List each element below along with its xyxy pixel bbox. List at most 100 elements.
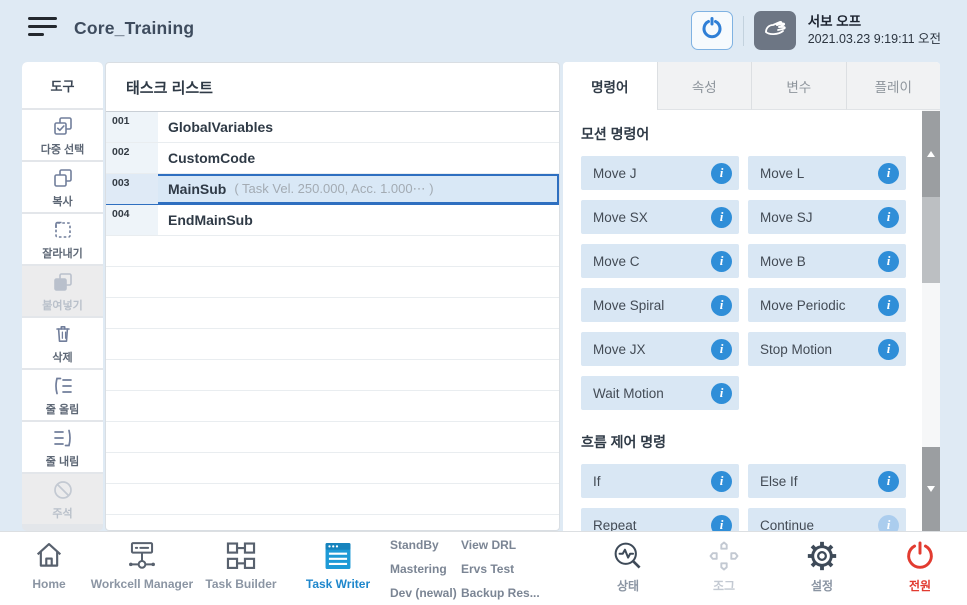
task-row[interactable]: 002 CustomCode (106, 143, 559, 174)
multi-select-button[interactable]: 다중 선택 (22, 110, 103, 160)
command-panel: 명령어 속성 변수 플레이 모션 명령어 Move Ji Move Li Mov… (563, 62, 940, 531)
nav-status[interactable]: 상태 (596, 539, 660, 594)
command-move-sx[interactable]: Move SXi (581, 200, 739, 234)
command-label: Repeat (593, 518, 637, 532)
command-move-periodic[interactable]: Move Periodici (748, 288, 906, 322)
tab-commands[interactable]: 명령어 (563, 62, 657, 110)
command-move-b[interactable]: Move Bi (748, 244, 906, 278)
line-number: 001 (106, 112, 158, 142)
paste-icon (51, 270, 75, 294)
command-label: Stop Motion (760, 342, 832, 357)
nav-label: Workcell Manager (91, 577, 193, 591)
status-text: Dev (newal) (390, 586, 457, 600)
info-icon[interactable]: i (711, 471, 732, 492)
command-move-l[interactable]: Move Li (748, 156, 906, 190)
gear-icon (805, 539, 839, 573)
nav-power[interactable]: 전원 (888, 539, 952, 594)
line-down-button[interactable]: 줄 내림 (22, 422, 103, 472)
nav-label: Task Writer (306, 577, 370, 591)
command-move-jx[interactable]: Move JXi (581, 332, 739, 366)
nav-jog[interactable]: 조그 (692, 539, 756, 594)
toolbar-item-label: 삭제 (52, 349, 72, 365)
scrollbar[interactable] (922, 110, 940, 531)
command-if[interactable]: Ifi (581, 464, 739, 498)
header-divider (743, 16, 744, 46)
copy-icon (51, 166, 75, 190)
command-move-sj[interactable]: Move SJi (748, 200, 906, 234)
copy-button[interactable]: 복사 (22, 162, 103, 212)
line-number: 003 (106, 174, 158, 204)
servo-mode-button[interactable] (754, 11, 796, 50)
info-icon[interactable]: i (711, 207, 732, 228)
info-icon[interactable]: i (878, 207, 899, 228)
nav-label: 설정 (811, 577, 833, 594)
task-row-empty[interactable] (106, 267, 559, 298)
paste-button[interactable]: 붙여넣기 (22, 266, 103, 316)
robot-connect-button[interactable] (691, 11, 733, 50)
info-icon[interactable]: i (711, 163, 732, 184)
command-move-j[interactable]: Move J i (581, 156, 739, 190)
status-text: Ervs Test (461, 562, 540, 576)
scroll-down-button[interactable] (922, 447, 940, 531)
task-builder-icon (224, 539, 258, 573)
info-icon[interactable]: i (878, 339, 899, 360)
toolbar-item-label: 줄 내림 (46, 453, 79, 469)
task-row-empty[interactable] (106, 422, 559, 453)
tab-variables[interactable]: 변수 (751, 62, 846, 110)
toolbar-item-label: 줄 올림 (46, 401, 79, 417)
tab-play[interactable]: 플레이 (846, 62, 941, 110)
tab-properties[interactable]: 속성 (657, 62, 752, 110)
info-icon[interactable]: i (878, 295, 899, 316)
task-row-empty[interactable] (106, 360, 559, 391)
command-label: Move C (593, 254, 640, 269)
scrollbar-thumb[interactable] (922, 197, 940, 283)
nav-workcell-manager[interactable]: Workcell Manager (87, 539, 197, 591)
menu-hamburger-icon[interactable] (28, 17, 58, 41)
command-wait-motion[interactable]: Wait Motioni (581, 376, 739, 410)
info-icon[interactable]: i (878, 471, 899, 492)
toolbar-item-label: 다중 선택 (41, 141, 85, 157)
arrow-down-icon (927, 486, 935, 492)
status-monitor-icon (610, 539, 646, 573)
info-icon[interactable]: i (711, 339, 732, 360)
nav-task-builder[interactable]: Task Builder (200, 539, 282, 591)
info-icon[interactable]: i (711, 251, 732, 272)
prohibit-icon (51, 478, 75, 502)
comment-button[interactable]: 주석 (22, 474, 103, 524)
info-icon[interactable]: i (878, 163, 899, 184)
task-row-empty[interactable] (106, 298, 559, 329)
command-continue[interactable]: Continuei (748, 508, 906, 531)
command-move-c[interactable]: Move C i (581, 244, 739, 278)
task-row-empty[interactable] (106, 484, 559, 515)
command-repeat[interactable]: Repeat i (581, 508, 739, 531)
command-label: Move J (593, 166, 637, 181)
command-move-spiral[interactable]: Move Spirali (581, 288, 739, 322)
bottom-nav-bar: Home Workcell Manager Task Buil (0, 531, 967, 605)
task-row-selected[interactable]: 003 MainSub ( Task Vel. 250.000, Acc. 1.… (106, 174, 559, 205)
nav-task-writer[interactable]: Task Writer (296, 539, 380, 591)
nav-label: 조그 (713, 577, 735, 594)
cut-button[interactable]: 잘라내기 (22, 214, 103, 264)
info-icon[interactable]: i (878, 251, 899, 272)
info-icon[interactable]: i (711, 515, 732, 532)
info-icon[interactable]: i (711, 383, 732, 404)
line-up-button[interactable]: 줄 올림 (22, 370, 103, 420)
command-else-if[interactable]: Else Ifi (748, 464, 906, 498)
task-list-title: 태스크 리스트 (106, 63, 559, 112)
scroll-up-button[interactable] (922, 111, 940, 197)
task-row-empty[interactable] (106, 515, 559, 531)
task-row[interactable]: 004 EndMainSub (106, 205, 559, 236)
delete-button[interactable]: 삭제 (22, 318, 103, 368)
task-row-empty[interactable] (106, 453, 559, 484)
command-stop-motion[interactable]: Stop Motion i (748, 332, 906, 366)
task-row[interactable]: 001 GlobalVariables (106, 112, 559, 143)
robot-flange-icon (699, 15, 725, 46)
nav-label: Task Builder (205, 577, 276, 591)
task-row-empty[interactable] (106, 391, 559, 422)
task-row-empty[interactable] (106, 236, 559, 267)
info-icon[interactable]: i (711, 295, 732, 316)
command-panel-tabs: 명령어 속성 변수 플레이 (563, 62, 940, 110)
nav-home[interactable]: Home (18, 539, 80, 591)
nav-settings[interactable]: 설정 (790, 539, 854, 594)
task-row-empty[interactable] (106, 329, 559, 360)
